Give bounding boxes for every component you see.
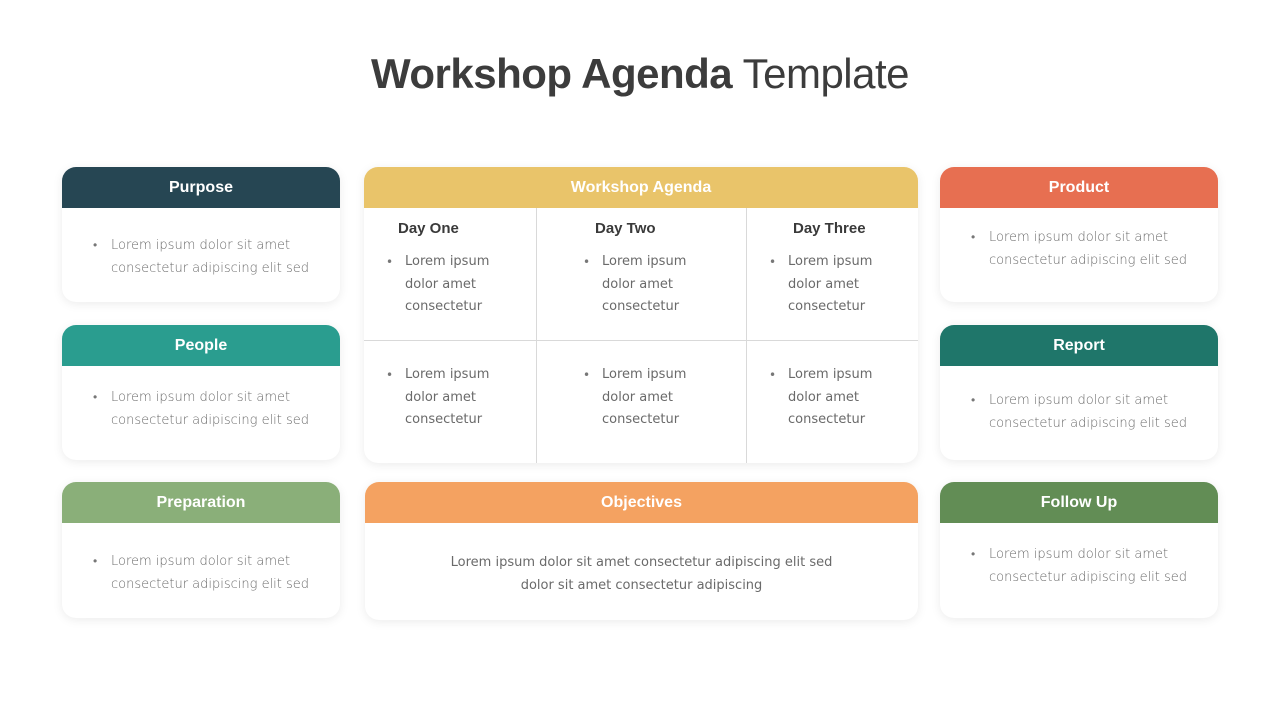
bullet-line: consectetur adipiscing elit sed [111, 413, 310, 428]
bullet-dot: • [769, 255, 777, 269]
follow-up-card-header: Follow Up [940, 482, 1218, 523]
purpose-card-header: Purpose [62, 167, 340, 208]
day-three-bottom-bullet: • Lorem ipsum dolor amet consectetur [769, 364, 873, 432]
bullet-line: consectetur adipiscing elit sed [111, 577, 310, 592]
bullet-line: consectetur [405, 299, 483, 314]
day-two-top-bullet: • Lorem ipsum dolor amet consectetur [583, 251, 687, 319]
report-bullet: Lorem ipsum dolor sit amet consectetur a… [940, 389, 1218, 435]
column-divider [536, 208, 537, 463]
preparation-card-header: Preparation [62, 482, 340, 523]
bullet-line: Lorem ipsum [602, 367, 687, 382]
bullet-line: dolor amet [788, 389, 859, 405]
product-card-body: Lorem ipsum dolor sit amet consectetur a… [940, 208, 1218, 272]
bullet-dot: • [583, 368, 591, 382]
objectives-header: Objectives [365, 482, 918, 523]
follow-up-card-body: Lorem ipsum dolor sit amet consectetur a… [940, 523, 1218, 589]
bullet-dot: • [583, 255, 591, 269]
bullet-line: consectetur [405, 412, 483, 427]
report-card: Report Lorem ipsum dolor sit amet consec… [940, 325, 1218, 460]
objectives-card: Objectives Lorem ipsum dolor sit amet co… [365, 482, 918, 620]
bullet-line: dolor amet [602, 389, 673, 405]
page-title-light: Template [742, 50, 910, 97]
bullet-line: consectetur adipiscing elit sed [989, 570, 1188, 585]
objectives-text: Lorem ipsum dolor sit amet consectetur a… [365, 523, 918, 597]
bullet-line: Lorem ipsum [405, 367, 490, 382]
column-divider [746, 208, 747, 463]
bullet-line: dolor amet [788, 276, 859, 292]
bullet-line: consectetur adipiscing elit sed [111, 261, 310, 276]
bullet-line: consectetur adipiscing elit sed [989, 253, 1188, 268]
people-card: People Lorem ipsum dolor sit amet consec… [62, 325, 340, 460]
bullet-line: Lorem ipsum [405, 254, 490, 269]
day-one-title: Day One [398, 220, 459, 237]
workshop-agenda-header: Workshop Agenda [364, 167, 918, 208]
workshop-agenda-card: Workshop Agenda Day One • Lorem ipsum do… [364, 167, 918, 463]
day-two-title: Day Two [595, 220, 656, 237]
bullet-line: Lorem ipsum dolor sit amet [989, 393, 1169, 408]
bullet-line: dolor amet [602, 276, 673, 292]
follow-up-card: Follow Up Lorem ipsum dolor sit amet con… [940, 482, 1218, 618]
day-one-top-bullet: • Lorem ipsum dolor amet consectetur [386, 251, 490, 319]
report-card-header: Report [940, 325, 1218, 366]
bullet-line: Lorem ipsum dolor sit amet [989, 230, 1169, 245]
bullet-line: Lorem ipsum dolor sit amet [111, 390, 291, 405]
product-bullet: Lorem ipsum dolor sit amet consectetur a… [940, 226, 1218, 272]
people-card-header: People [62, 325, 340, 366]
preparation-card: Preparation Lorem ipsum dolor sit amet c… [62, 482, 340, 618]
purpose-card: Purpose Lorem ipsum dolor sit amet conse… [62, 167, 340, 302]
bullet-line: Lorem ipsum [788, 254, 873, 269]
purpose-card-body: Lorem ipsum dolor sit amet consectetur a… [62, 208, 340, 280]
day-three-title: Day Three [793, 220, 866, 237]
bullet-line: Lorem ipsum [602, 254, 687, 269]
day-two-bottom-bullet: • Lorem ipsum dolor amet consectetur [583, 364, 687, 432]
product-card: Product Lorem ipsum dolor sit amet conse… [940, 167, 1218, 302]
bullet-line: consectetur [602, 412, 680, 427]
preparation-card-body: Lorem ipsum dolor sit amet consectetur a… [62, 523, 340, 596]
row-divider [364, 340, 918, 341]
objectives-line: dolor sit amet consectetur adipiscing [520, 578, 763, 593]
day-three-top-bullet: • Lorem ipsum dolor amet consectetur [769, 251, 873, 319]
bullet-dot: • [386, 255, 394, 269]
bullet-line: Lorem ipsum dolor sit amet [111, 238, 291, 253]
follow-up-bullet: Lorem ipsum dolor sit amet consectetur a… [940, 543, 1218, 589]
bullet-line: dolor amet [405, 276, 476, 292]
product-card-header: Product [940, 167, 1218, 208]
bullet-line: consectetur adipiscing elit sed [989, 416, 1188, 431]
people-bullet: Lorem ipsum dolor sit amet consectetur a… [62, 386, 340, 432]
objectives-line: Lorem ipsum dolor sit amet consectetur a… [450, 555, 833, 570]
bullet-line: consectetur [788, 299, 866, 314]
bullet-dot: • [386, 368, 394, 382]
people-card-body: Lorem ipsum dolor sit amet consectetur a… [62, 366, 340, 432]
preparation-bullet: Lorem ipsum dolor sit amet consectetur a… [62, 550, 340, 596]
purpose-bullet: Lorem ipsum dolor sit amet consectetur a… [62, 234, 340, 280]
page-title: Workshop Agenda Template [0, 50, 1280, 98]
bullet-line: Lorem ipsum dolor sit amet [111, 554, 291, 569]
report-card-body: Lorem ipsum dolor sit amet consectetur a… [940, 366, 1218, 435]
agenda-grid: Day One • Lorem ipsum dolor amet consect… [364, 208, 918, 463]
bullet-line: consectetur [602, 299, 680, 314]
bullet-line: dolor amet [405, 389, 476, 405]
bullet-line: Lorem ipsum dolor sit amet [989, 547, 1169, 562]
page-title-bold: Workshop Agenda [370, 50, 733, 97]
bullet-line: Lorem ipsum [788, 367, 873, 382]
bullet-dot: • [769, 368, 777, 382]
day-one-bottom-bullet: • Lorem ipsum dolor amet consectetur [386, 364, 490, 432]
bullet-line: consectetur [788, 412, 866, 427]
